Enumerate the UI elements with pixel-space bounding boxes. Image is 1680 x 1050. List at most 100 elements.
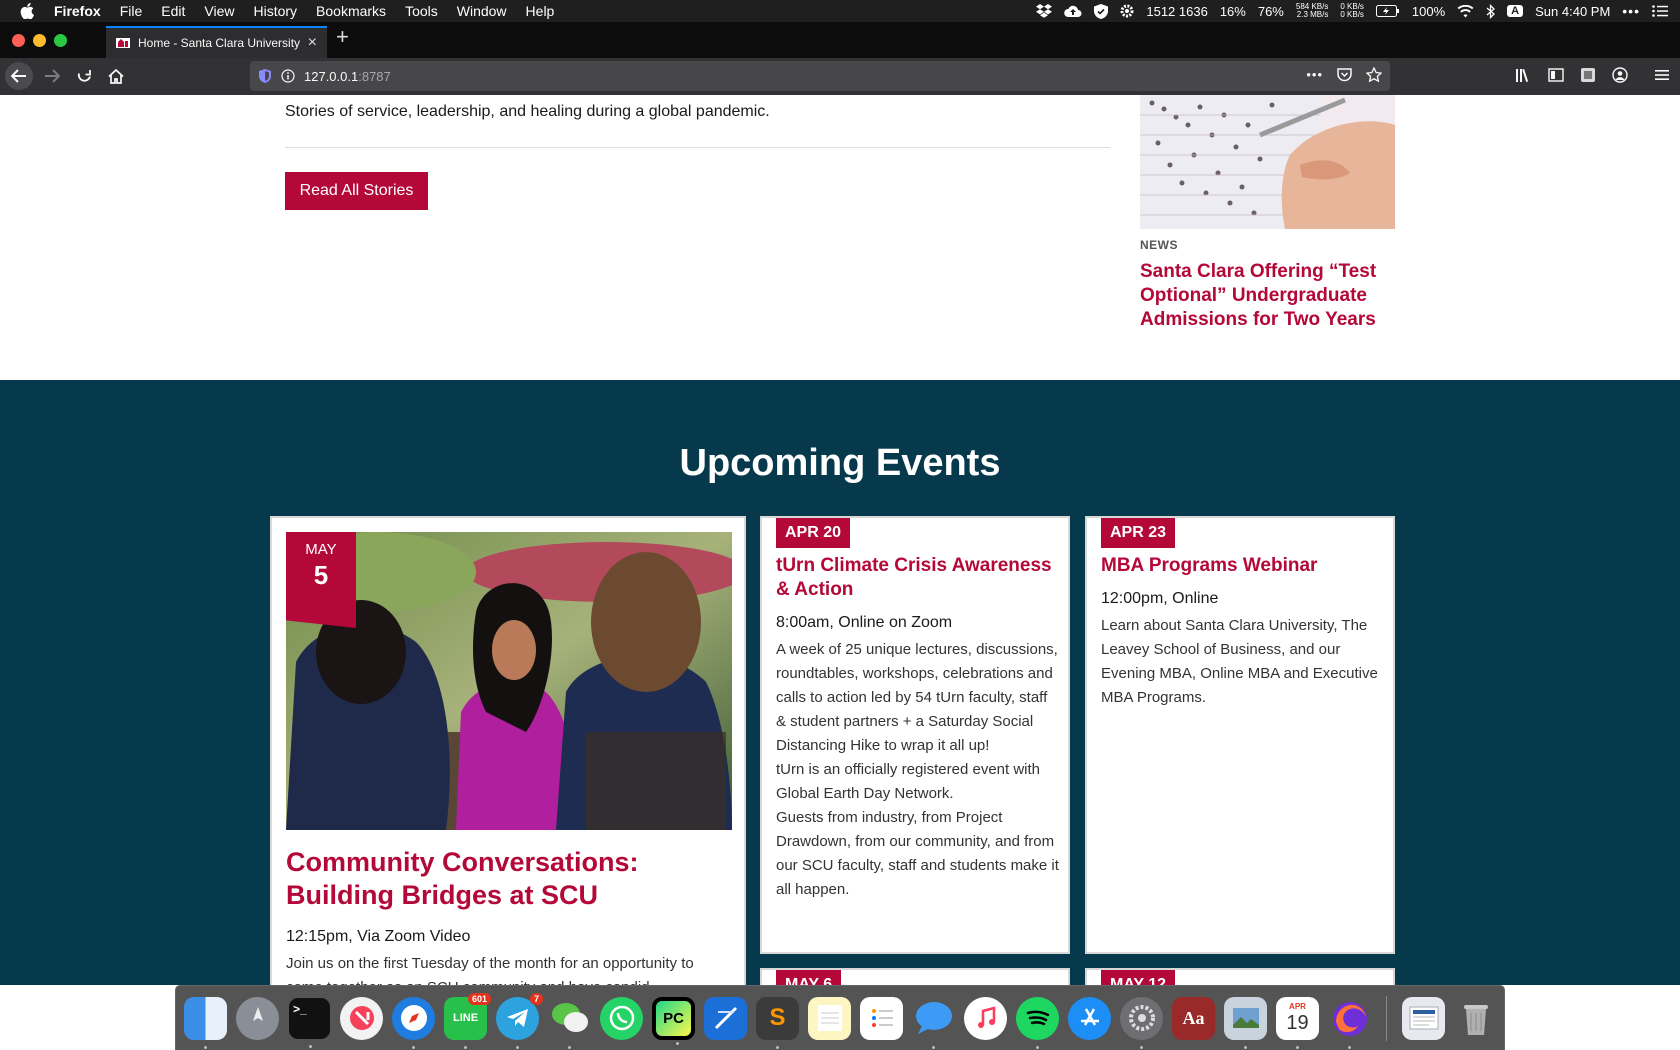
calendar-icon[interactable]: APR 19 bbox=[1276, 996, 1319, 1049]
notification-center-icon[interactable] bbox=[1652, 5, 1668, 17]
xcode-icon[interactable] bbox=[704, 996, 747, 1040]
reload-icon bbox=[77, 69, 91, 82]
news-headline-link[interactable]: Santa Clara Offering “Test Optional” Und… bbox=[1140, 260, 1380, 332]
account-icon[interactable] bbox=[1612, 67, 1628, 83]
spotify-icon[interactable] bbox=[1016, 996, 1059, 1049]
sidebar-icon[interactable] bbox=[1548, 68, 1564, 82]
menu-edit[interactable]: Edit bbox=[161, 3, 185, 19]
back-arrow-icon bbox=[11, 69, 26, 83]
cpu-percent[interactable]: 16% bbox=[1220, 4, 1246, 19]
close-tab-icon[interactable]: × bbox=[308, 34, 317, 52]
menu-bookmarks[interactable]: Bookmarks bbox=[316, 3, 386, 19]
menu-app-name[interactable]: Firefox bbox=[54, 3, 101, 19]
event-card[interactable]: APR 20 tUrn Climate Crisis Awareness & A… bbox=[760, 516, 1070, 954]
forward-button[interactable] bbox=[38, 62, 66, 90]
launchpad-icon[interactable] bbox=[236, 996, 279, 1040]
new-tab-button[interactable]: + bbox=[336, 24, 349, 50]
event-card[interactable]: MAY 12 bbox=[1085, 968, 1395, 985]
telegram-icon[interactable]: 7 bbox=[496, 992, 543, 1049]
finder-icon[interactable] bbox=[184, 996, 227, 1049]
event-description: Learn about Santa Clara University, The … bbox=[1101, 614, 1386, 710]
minimize-window-button[interactable] bbox=[33, 34, 46, 47]
menu-view[interactable]: View bbox=[204, 3, 234, 19]
downloads-stack-icon[interactable] bbox=[1402, 996, 1445, 1040]
istat-numbers[interactable]: 1512 1636 bbox=[1146, 4, 1207, 19]
news-icon[interactable] bbox=[340, 996, 383, 1040]
menu-window[interactable]: Window bbox=[457, 3, 507, 19]
system-preferences-icon[interactable] bbox=[1120, 996, 1163, 1049]
more-icon[interactable]: ••• bbox=[1622, 3, 1640, 19]
bookmark-star-icon[interactable] bbox=[1366, 67, 1382, 82]
close-window-button[interactable] bbox=[12, 34, 25, 47]
pycharm-icon[interactable]: PC bbox=[652, 996, 695, 1045]
library-icon[interactable] bbox=[1515, 68, 1532, 83]
home-button[interactable] bbox=[102, 62, 130, 90]
cloud-upload-icon[interactable] bbox=[1064, 5, 1082, 18]
wifi-icon[interactable] bbox=[1457, 4, 1474, 18]
upcoming-events-section: Upcoming Events MAY 5 Community Conversa… bbox=[0, 380, 1680, 985]
event-title-link[interactable]: MBA Programs Webinar bbox=[1101, 554, 1386, 578]
whatsapp-icon[interactable] bbox=[600, 996, 643, 1040]
event-description-paragraph: Guests from industry, from Project Drawd… bbox=[776, 809, 1059, 898]
zoom-window-button[interactable] bbox=[54, 34, 67, 47]
news-image[interactable] bbox=[1140, 95, 1395, 229]
read-all-stories-button[interactable]: Read All Stories bbox=[285, 172, 428, 210]
reload-button[interactable] bbox=[70, 62, 98, 90]
event-card[interactable]: APR 23 MBA Programs Webinar 12:00pm, Onl… bbox=[1085, 516, 1395, 954]
input-source[interactable]: A bbox=[1507, 5, 1524, 17]
line-badge: 601 bbox=[467, 992, 491, 1005]
menu-tools[interactable]: Tools bbox=[405, 3, 438, 19]
music-icon[interactable] bbox=[964, 996, 1007, 1040]
dictionary-icon[interactable]: Aa bbox=[1172, 996, 1215, 1040]
menu-history[interactable]: History bbox=[253, 3, 297, 19]
reminders-icon[interactable] bbox=[860, 996, 903, 1040]
toolbar-right bbox=[1515, 67, 1670, 83]
clock[interactable]: Sun 4:40 PM bbox=[1535, 4, 1610, 19]
terminal-icon[interactable]: >_ bbox=[288, 996, 331, 1048]
line-icon[interactable]: LINE 601 bbox=[444, 992, 491, 1049]
app-store-icon[interactable] bbox=[1068, 996, 1111, 1040]
forward-arrow-icon bbox=[45, 69, 60, 83]
window-controls bbox=[12, 34, 67, 47]
notes-icon[interactable] bbox=[808, 996, 851, 1040]
firefox-icon[interactable] bbox=[1328, 997, 1371, 1049]
event-title-link[interactable]: tUrn Climate Crisis Awareness & Action bbox=[776, 554, 1061, 602]
messages-icon[interactable] bbox=[912, 997, 955, 1049]
site-info-icon[interactable] bbox=[281, 69, 295, 83]
event-description-paragraph: tUrn is an officially registered event w… bbox=[776, 761, 1041, 802]
menu-file[interactable]: File bbox=[120, 3, 143, 19]
bluetooth-icon[interactable] bbox=[1486, 3, 1496, 19]
trash-icon[interactable] bbox=[1454, 997, 1497, 1040]
tab-active[interactable]: Home - Santa Clara University × bbox=[106, 26, 327, 58]
battery-icon[interactable] bbox=[1375, 5, 1400, 17]
telegram-badge: 7 bbox=[529, 992, 543, 1005]
extension-icon[interactable] bbox=[1580, 67, 1596, 83]
dock: >_ LINE 601 7 PC S Aa APR 19 bbox=[175, 985, 1505, 1050]
url-bar[interactable]: 127.0.0.1:8787 ••• bbox=[250, 61, 1390, 91]
apple-menu-icon[interactable] bbox=[20, 3, 38, 19]
featured-month: MAY bbox=[305, 541, 337, 558]
network-speeds[interactable]: 584 KB/s 2.3 MB/s bbox=[1296, 3, 1328, 19]
sublime-icon[interactable]: S bbox=[756, 996, 799, 1049]
preview-icon[interactable] bbox=[1224, 996, 1267, 1049]
featured-event-title-link[interactable]: Community Conversations: Building Bridge… bbox=[286, 846, 736, 912]
menu-help[interactable]: Help bbox=[526, 3, 555, 19]
battery-percent[interactable]: 100% bbox=[1412, 4, 1445, 19]
dropbox-icon[interactable] bbox=[1036, 4, 1053, 18]
gear-status-icon[interactable] bbox=[1120, 4, 1134, 18]
memory-percent[interactable]: 76% bbox=[1258, 4, 1284, 19]
disk-write: 0 KB/s bbox=[1340, 10, 1364, 19]
tracking-protection-icon[interactable] bbox=[259, 69, 271, 83]
disk-speeds[interactable]: 0 KB/s 0 KB/s bbox=[1340, 3, 1364, 19]
back-button[interactable] bbox=[5, 62, 33, 90]
hamburger-menu-icon[interactable] bbox=[1654, 68, 1670, 82]
wechat-icon[interactable] bbox=[548, 997, 591, 1049]
shield-status-icon[interactable] bbox=[1094, 3, 1109, 19]
pocket-icon[interactable] bbox=[1337, 67, 1352, 82]
page-actions-icon[interactable]: ••• bbox=[1306, 67, 1323, 82]
divider bbox=[285, 147, 1110, 148]
menu-bar: Firefox File Edit View History Bookmarks… bbox=[0, 0, 1680, 22]
safari-icon[interactable] bbox=[392, 996, 435, 1049]
event-card[interactable]: MAY 6 bbox=[760, 968, 1070, 985]
featured-event-card[interactable]: MAY 5 Community Conversations: Building … bbox=[270, 516, 746, 985]
